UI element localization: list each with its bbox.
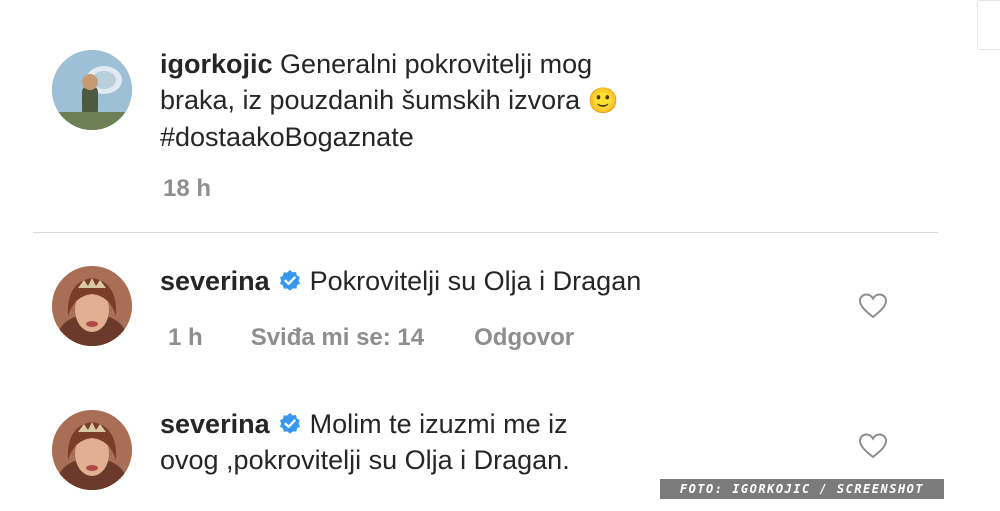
avatar-severina[interactable] <box>52 266 132 346</box>
comment-2: severina Molim te izuzmi me iz ovog ,pokr… <box>160 406 570 478</box>
comment-1: severina Pokrovitelji su Olja i Dragan <box>160 263 641 299</box>
comment-2-username[interactable]: severina <box>160 409 270 439</box>
verified-badge-icon <box>278 269 302 293</box>
divider <box>33 232 938 233</box>
verified-badge-icon <box>278 412 302 436</box>
photo-credit-watermark: FOTO: IGORKOJIC / SCREENSHOT <box>660 479 944 499</box>
comment-1-text: Pokrovitelji su Olja i Dragan <box>309 266 642 296</box>
corner-panel-edge <box>977 0 1000 50</box>
comment-1-username[interactable]: severina <box>160 266 270 296</box>
post-time[interactable]: 18 h <box>163 175 211 202</box>
comment-2-text-line-1: Molim te izuzmi me iz <box>309 409 568 439</box>
post-username[interactable]: igorkojic <box>160 49 273 79</box>
caption-line-1: Generalni pokrovitelji mog <box>280 49 593 79</box>
comment-1-likes[interactable]: Sviđa mi se: 14 <box>251 324 424 351</box>
post-caption: igorkojic Generalni pokrovitelji mog bra… <box>160 46 720 155</box>
smiley-emoji-icon: 🙂 <box>587 87 619 115</box>
comment-1-reply-button[interactable]: Odgovor <box>474 324 574 351</box>
post-meta: 18 h <box>163 175 255 203</box>
hashtag-link[interactable]: #dostaakoBogaznate <box>160 122 414 152</box>
caption-line-2: braka, iz pouzdanih šumskih izvora <box>160 85 581 115</box>
comment-1-time[interactable]: 1 h <box>168 324 203 351</box>
comment-2-text-line-2: ovog ,pokrovitelji su Olja i Dragan. <box>160 445 570 475</box>
avatar-igorkojic[interactable] <box>52 50 132 130</box>
heart-icon[interactable] <box>858 432 888 460</box>
avatar-severina[interactable] <box>52 410 132 490</box>
comment-1-meta: 1 h Sviđa mi se: 14 Odgovor <box>168 324 618 352</box>
heart-icon[interactable] <box>858 292 888 320</box>
